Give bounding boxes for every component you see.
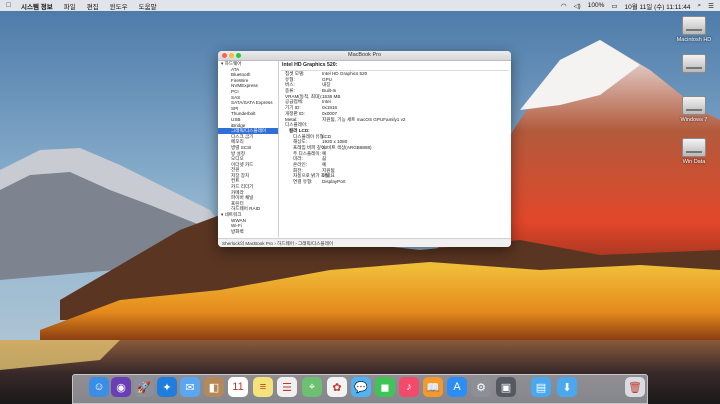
hard-drive-icon xyxy=(682,138,706,157)
menu-app-name[interactable]: 시스템 정보 xyxy=(21,1,53,11)
volume-icon[interactable]: ◁) xyxy=(574,2,581,10)
menu-window[interactable]: 윈도우 xyxy=(110,1,128,11)
window-title: MacBook Pro xyxy=(347,52,381,58)
window-controls xyxy=(222,53,243,58)
app-store-icon[interactable]: A xyxy=(447,377,467,397)
hard-drive-icon xyxy=(682,54,706,73)
sidebar: ▾ 하드웨어 ATA Bluetooth FireWire NVMExpress PCI S… xyxy=(218,61,279,237)
system-information-icon[interactable]: ▣ xyxy=(496,377,516,397)
contacts-icon[interactable]: ◧ xyxy=(204,377,224,397)
dock: ☺ ◉ 🚀 ✦ ✉ ◧ 11 ≡ ☰ ⌖ ✿ 💬 ◼ ♪ 📖 A ⚙ ▣ ▤ ⬇ 🗑 xyxy=(72,374,648,404)
menubar-status: ◠ ◁) 100% ▭ 10월 11일 (수) 11:11:44 ⌕ ☰ xyxy=(554,0,714,11)
search-icon[interactable]: ⌕ xyxy=(698,2,702,10)
notification-center-icon[interactable]: ☰ xyxy=(708,2,714,10)
calendar-icon[interactable]: 11 xyxy=(228,377,248,397)
close-button[interactable] xyxy=(222,53,227,58)
system-information-window: MacBook Pro ▾ 하드웨어 ATA Bluetooth FireWire NV… xyxy=(218,51,511,247)
desktop-icon-macintosh-hd[interactable]: Macintosh HD xyxy=(669,16,719,43)
siri-icon[interactable]: ◉ xyxy=(111,377,131,397)
system-preferences-icon[interactable]: ⚙ xyxy=(471,377,491,397)
reminders-icon[interactable]: ☰ xyxy=(277,377,297,397)
desktop-icon-win-data[interactable]: Win Data xyxy=(669,138,719,165)
detail-value: 24비트 색상(ARGB8888) xyxy=(322,144,372,150)
music-icon[interactable]: ♪ xyxy=(399,377,419,397)
detail-key: 연결 유형: xyxy=(293,179,313,185)
maps-icon[interactable]: ⌖ xyxy=(302,377,322,397)
facetime-icon[interactable]: ◼ xyxy=(375,377,395,397)
hard-drive-icon xyxy=(682,16,706,35)
photos-icon[interactable]: ✿ xyxy=(327,377,347,397)
detail-value: DisplayPort xyxy=(322,179,346,185)
apple-icon[interactable]:  xyxy=(6,2,15,9)
detail-value: 지원됨, 기능 세트 macOS GPUFamily1 v2 xyxy=(322,116,406,122)
wifi-icon[interactable]: ◠ xyxy=(561,2,567,10)
menu-edit[interactable]: 편집 xyxy=(87,1,99,11)
detail-row: 연결 유형: DisplayPort xyxy=(281,179,509,185)
minimize-button[interactable] xyxy=(229,53,234,58)
desktop-icon-windows7[interactable]: Windows 7 xyxy=(669,96,719,123)
display-rows: 디스플레이 유형: LCD 해상도: 1920 x 1080 프레임 버퍼 깊이: 24비… xyxy=(281,134,509,185)
hard-drive-icon xyxy=(682,96,706,115)
menu-help[interactable]: 도움말 xyxy=(139,1,157,11)
path-bar: Sherlock의 MacBook Pro › 하드웨어 › 그래픽/디스플레이 xyxy=(218,238,511,247)
menubar:  시스템 정보 파일 편집 윈도우 도움말 ◠ ◁) 100% ▭ 10월 1… xyxy=(0,0,720,11)
notes-icon[interactable]: ≡ xyxy=(253,377,273,397)
sidebar-item[interactable]: 방화벽 xyxy=(218,229,278,235)
detail-header: Intel HD Graphics 520: xyxy=(281,61,509,71)
battery-percent[interactable]: 100% xyxy=(588,2,605,9)
finder-icon[interactable]: ☺ xyxy=(89,377,109,397)
mail-icon[interactable]: ✉ xyxy=(180,377,200,397)
detail-pane: Intel HD Graphics 520: 칩셋 모델: Intel HD Gr… xyxy=(281,61,509,237)
detail-rows: 칩셋 모델: Intel HD Graphics 520 유형: GPU 버스: 내장 종류… xyxy=(281,71,509,128)
folder-icon[interactable]: ▤ xyxy=(531,377,551,397)
zoom-button[interactable] xyxy=(236,53,241,58)
window-titlebar[interactable]: MacBook Pro xyxy=(218,51,511,61)
launchpad-icon[interactable]: 🚀 xyxy=(134,377,154,397)
safari-icon[interactable]: ✦ xyxy=(157,377,177,397)
clock[interactable]: 10월 11일 (수) 11:11:44 xyxy=(625,1,691,11)
downloads-folder-icon[interactable]: ⬇ xyxy=(557,377,577,397)
trash-icon[interactable]: 🗑 xyxy=(625,377,645,397)
menu-file[interactable]: 파일 xyxy=(64,1,76,11)
battery-icon[interactable]: ▭ xyxy=(611,2,617,10)
ibooks-icon[interactable]: 📖 xyxy=(423,377,443,397)
messages-icon[interactable]: 💬 xyxy=(351,377,371,397)
desktop-icon-drive-2[interactable] xyxy=(669,54,719,75)
